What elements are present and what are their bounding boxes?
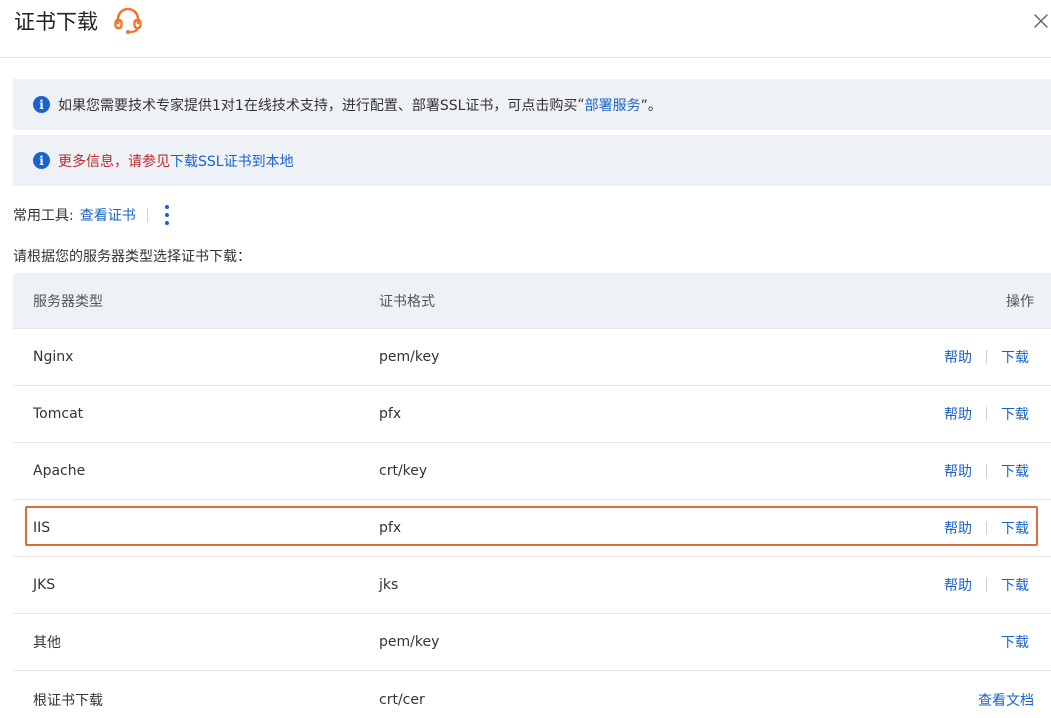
- cert-format-cell: jks: [379, 577, 399, 593]
- download-link[interactable]: 下载: [1001, 575, 1029, 595]
- server-type-cell: IIS: [33, 520, 51, 536]
- dialog-header: 证书下载: [0, 0, 1051, 58]
- server-type-cell: Apache: [33, 463, 86, 479]
- server-type-prompt: 请根据您的服务器类型选择证书下载：: [13, 249, 251, 265]
- view-doc-link[interactable]: 查看文档: [978, 690, 1034, 710]
- notice-quote-open: “: [577, 96, 585, 113]
- certificate-download-table: 服务器类型 证书格式 操作 Nginx pem/key 帮助 下载 Tomcat …: [13, 273, 1051, 718]
- header-server-type: 服务器类型: [33, 293, 103, 310]
- download-link[interactable]: 下载: [1001, 632, 1029, 652]
- cert-format-cell: crt/cer: [379, 691, 425, 708]
- notice-text: 如果您需要技术专家提供1对1在线技术支持，进行配置、部署SSL证书，可点击购买: [58, 97, 578, 114]
- server-type-cell: Tomcat: [33, 406, 84, 422]
- more-vertical-icon[interactable]: [160, 202, 174, 228]
- view-certificate-link[interactable]: 查看证书: [80, 205, 136, 225]
- cert-format-cell: pfx: [379, 520, 402, 536]
- download-link[interactable]: 下载: [1001, 347, 1029, 367]
- info-icon: i: [33, 96, 50, 113]
- table-row-tomcat: Tomcat pfx 帮助 下载: [13, 386, 1051, 443]
- cert-format-cell: pem/key: [379, 634, 440, 650]
- more-info-notice: i 更多信息，请参见 下载SSL证书到本地: [13, 135, 1051, 186]
- info-icon: i: [33, 152, 50, 169]
- help-link[interactable]: 帮助: [944, 461, 972, 481]
- header-actions: 操作: [1006, 293, 1034, 310]
- download-ssl-guide-link[interactable]: 下载SSL证书到本地: [170, 151, 294, 171]
- more-info-text: 更多信息，请参见: [58, 153, 170, 170]
- table-row-jks: JKS jks 帮助 下载: [13, 557, 1051, 614]
- download-link[interactable]: 下载: [1001, 461, 1029, 481]
- dialog-title: 证书下载: [14, 10, 98, 34]
- table-row-apache: Apache crt/key 帮助 下载: [13, 443, 1051, 500]
- table-row-iis: IIS pfx 帮助 下载: [13, 500, 1051, 557]
- table-row-other: 其他 pem/key 下载: [13, 614, 1051, 671]
- help-link[interactable]: 帮助: [944, 404, 972, 424]
- deploy-service-link[interactable]: 部署服务: [585, 95, 641, 115]
- server-type-cell: JKS: [33, 577, 56, 593]
- server-type-cell: 根证书下载: [33, 692, 103, 709]
- headset-icon[interactable]: [113, 7, 143, 35]
- common-tools-label: 常用工具:: [13, 208, 74, 224]
- cert-format-cell: pem/key: [379, 349, 440, 365]
- cert-format-cell: crt/key: [379, 463, 428, 479]
- help-link[interactable]: 帮助: [944, 347, 972, 367]
- download-link[interactable]: 下载: [1001, 404, 1029, 424]
- common-tools-bar: 常用工具: 查看证书: [13, 202, 174, 228]
- tools-divider: [146, 208, 148, 222]
- table-row-root-cert: 根证书下载 crt/cer 查看文档: [13, 671, 1051, 718]
- table-header: 服务器类型 证书格式 操作: [13, 273, 1051, 329]
- notice-quote-close: ”。: [640, 97, 662, 114]
- table-row-nginx: Nginx pem/key 帮助 下载: [13, 329, 1051, 386]
- header-cert-format: 证书格式: [379, 293, 435, 310]
- help-link[interactable]: 帮助: [944, 575, 972, 595]
- close-icon[interactable]: [1030, 10, 1051, 32]
- server-type-cell: 其他: [33, 635, 61, 651]
- server-type-cell: Nginx: [33, 349, 74, 365]
- deploy-service-notice: i 如果您需要技术专家提供1对1在线技术支持，进行配置、部署SSL证书，可点击购…: [13, 79, 1051, 130]
- help-link[interactable]: 帮助: [944, 518, 972, 538]
- cert-format-cell: pfx: [379, 406, 402, 422]
- download-link[interactable]: 下载: [1001, 518, 1029, 538]
